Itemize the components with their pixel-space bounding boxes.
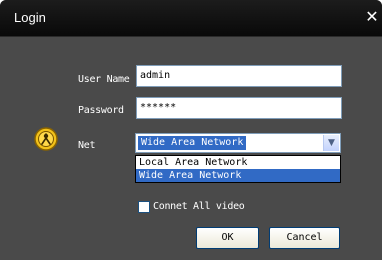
- title-bar[interactable]: Login ✕: [0, 0, 382, 37]
- login-dialog: Login ✕ User Name admin Password ****** …: [0, 0, 382, 260]
- lock-icon: [34, 127, 58, 151]
- chevron-down-icon[interactable]: ▼: [323, 135, 339, 151]
- net-select[interactable]: Wide Area Network ▼: [135, 133, 341, 153]
- ok-button[interactable]: OK: [196, 227, 259, 249]
- net-option-local[interactable]: Local Area Network: [136, 156, 340, 169]
- net-dropdown-list: Local Area Network Wide Area Network: [135, 155, 341, 183]
- user-name-label: User Name: [78, 74, 130, 85]
- net-selected-value: Wide Area Network: [138, 136, 247, 150]
- net-option-wide[interactable]: Wide Area Network: [136, 169, 340, 182]
- connect-all-checkbox[interactable]: [138, 201, 150, 213]
- user-name-field[interactable]: admin: [136, 65, 342, 87]
- password-label: Password: [78, 105, 124, 116]
- cancel-button[interactable]: Cancel: [269, 227, 340, 249]
- connect-all-label: Connet All video: [153, 201, 245, 212]
- window-title: Login: [14, 10, 46, 25]
- close-icon[interactable]: ✕: [364, 8, 380, 26]
- password-field[interactable]: ******: [136, 97, 342, 119]
- net-label: Net: [78, 140, 96, 151]
